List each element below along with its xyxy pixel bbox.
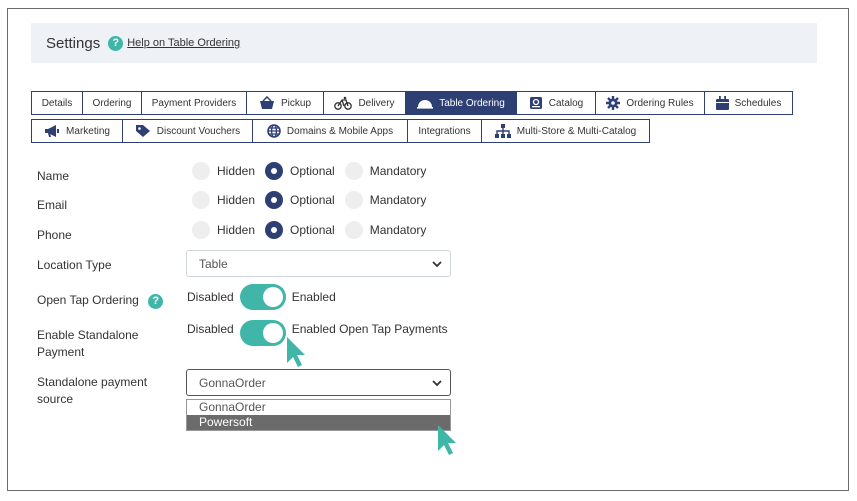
tab-marketing[interactable]: Marketing bbox=[31, 119, 123, 143]
name-hidden-option[interactable]: Hidden bbox=[192, 162, 255, 180]
tab-domains-mobile-apps[interactable]: Domains & Mobile Apps bbox=[252, 119, 408, 143]
calendar-icon bbox=[715, 96, 729, 110]
tab-discount-vouchers[interactable]: Discount Vouchers bbox=[122, 119, 253, 143]
standalone-payment-toggle-row: Disabled Enabled Open Tap Payments bbox=[187, 320, 448, 346]
open-tap-ordering-switch[interactable] bbox=[239, 284, 286, 310]
tab-ordering[interactable]: Ordering bbox=[82, 91, 142, 115]
bicycle-icon bbox=[334, 96, 353, 110]
payment-source-select[interactable]: GonnaOrder bbox=[186, 369, 451, 396]
tab-table-ordering[interactable]: Table Ordering bbox=[405, 91, 517, 115]
catalog-icon bbox=[529, 97, 542, 109]
name-visibility-radios: Hidden Optional Mandatory bbox=[192, 161, 436, 181]
email-hidden-option[interactable]: Hidden bbox=[192, 191, 255, 209]
phone-optional-option[interactable]: Optional bbox=[265, 221, 335, 239]
tab-catalog[interactable]: Catalog bbox=[516, 91, 596, 115]
payment-source-label: Standalone payment source bbox=[37, 375, 148, 406]
basket-icon bbox=[259, 96, 274, 109]
tab-integrations[interactable]: Integrations bbox=[407, 119, 482, 143]
settings-header: Settings ? Help on Table Ordering bbox=[31, 23, 817, 63]
help-icon[interactable]: ? bbox=[148, 294, 164, 309]
location-type-label: Location Type bbox=[37, 258, 112, 272]
tag-icon bbox=[135, 125, 150, 137]
help-link[interactable]: Help on Table Ordering bbox=[127, 37, 240, 49]
standalone-payment-label: Enable Standalone Payment bbox=[37, 328, 139, 359]
email-visibility-radios: Hidden Optional Mandatory bbox=[192, 190, 436, 210]
tab-payment-providers[interactable]: Payment Providers bbox=[141, 91, 247, 115]
payment-source-dropdown: GonnaOrder Powersoft bbox=[186, 399, 451, 431]
email-label: Email bbox=[37, 198, 68, 212]
sitemap-icon bbox=[494, 124, 511, 138]
email-optional-option[interactable]: Optional bbox=[265, 191, 335, 209]
page-title: Settings bbox=[46, 34, 101, 52]
standalone-payment-switch[interactable] bbox=[239, 320, 286, 346]
location-type-select[interactable]: Table bbox=[186, 250, 451, 277]
dropdown-option-gonnaorder[interactable]: GonnaOrder bbox=[187, 400, 450, 415]
cursor-pointer-icon bbox=[287, 337, 305, 367]
phone-hidden-option[interactable]: Hidden bbox=[192, 221, 255, 239]
phone-mandatory-option[interactable]: Mandatory bbox=[344, 221, 426, 239]
help-icon[interactable]: ? bbox=[108, 35, 124, 51]
tab-multi-store-multi-catalog[interactable]: Multi-Store & Multi-Catalog bbox=[481, 119, 650, 143]
cursor-pointer-icon bbox=[438, 425, 456, 455]
email-mandatory-option[interactable]: Mandatory bbox=[344, 191, 426, 209]
tab-ordering-rules[interactable]: Ordering Rules bbox=[595, 91, 705, 115]
chevron-down-icon bbox=[432, 261, 442, 268]
megaphone-icon bbox=[45, 125, 60, 137]
name-mandatory-option[interactable]: Mandatory bbox=[344, 162, 426, 180]
name-label: Name bbox=[37, 169, 70, 183]
tab-pickup[interactable]: Pickup bbox=[246, 91, 324, 115]
cloche-icon bbox=[417, 100, 434, 109]
phone-label: Phone bbox=[37, 228, 72, 242]
name-optional-option[interactable]: Optional bbox=[265, 162, 335, 180]
chevron-down-icon bbox=[432, 380, 442, 387]
phone-visibility-radios: Hidden Optional Mandatory bbox=[192, 220, 436, 240]
tab-schedules[interactable]: Schedules bbox=[704, 91, 793, 115]
open-tap-ordering-toggle-row: Disabled Enabled bbox=[187, 284, 336, 310]
tab-delivery[interactable]: Delivery bbox=[323, 91, 406, 115]
globe-icon bbox=[267, 124, 281, 138]
gear-icon bbox=[606, 96, 621, 110]
tab-details[interactable]: Details bbox=[31, 91, 83, 115]
dropdown-option-powersoft[interactable]: Powersoft bbox=[187, 415, 450, 430]
open-tap-ordering-label: Open Tap Ordering ? bbox=[37, 292, 167, 309]
